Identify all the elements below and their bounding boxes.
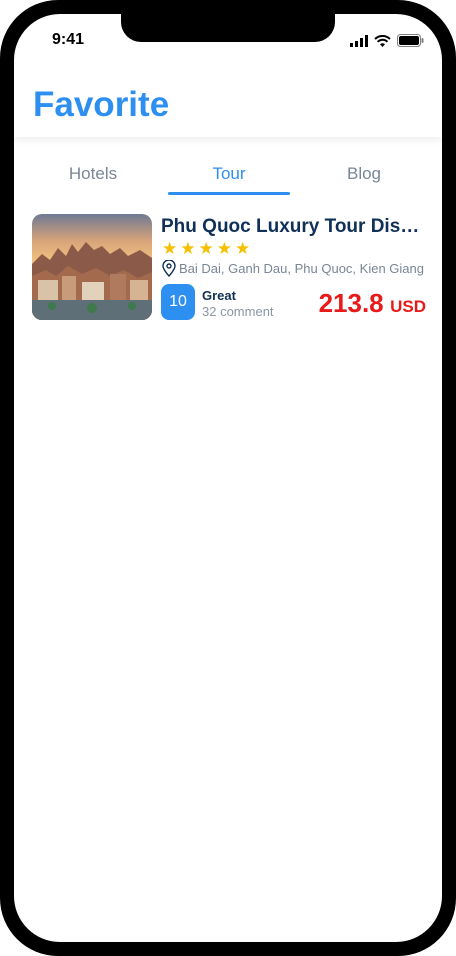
favorite-tour-card[interactable]: Phu Quoc Luxury Tour Discount ★ ★ ★ ★ ★ … bbox=[32, 214, 430, 322]
status-time: 9:41 bbox=[52, 31, 85, 48]
phone-frame: 9:41 Favorite Hotels Tour Blog Phu Quoc … bbox=[0, 0, 456, 956]
tab-active-indicator bbox=[168, 192, 290, 195]
header: Favorite bbox=[14, 69, 442, 137]
star-icon: ★ bbox=[180, 239, 196, 258]
tab-blog[interactable]: Blog bbox=[304, 164, 424, 184]
tab-tour[interactable]: Tour bbox=[169, 164, 289, 184]
notch bbox=[121, 14, 335, 42]
star-icon: ★ bbox=[162, 239, 178, 258]
star-icon: ★ bbox=[216, 239, 232, 258]
tour-title[interactable]: Phu Quoc Luxury Tour Discount bbox=[161, 216, 426, 238]
signal-icon bbox=[350, 34, 368, 47]
price-value: 213.8 bbox=[318, 288, 384, 318]
tour-location: Bai Dai, Ganh Dau, Phu Quoc, Kien Giang bbox=[162, 260, 424, 277]
status-icons bbox=[350, 34, 424, 47]
tour-thumbnail[interactable] bbox=[32, 214, 152, 320]
tab-bar: Hotels Tour Blog bbox=[14, 154, 442, 198]
page-title: Favorite bbox=[33, 85, 170, 124]
star-icon: ★ bbox=[198, 239, 214, 258]
screen: 9:41 Favorite Hotels Tour Blog Phu Quoc … bbox=[14, 14, 442, 942]
wifi-icon bbox=[374, 34, 391, 47]
location-pin-icon bbox=[162, 260, 176, 277]
tour-price: 213.8 USD bbox=[319, 288, 426, 319]
location-text: Bai Dai, Ganh Dau, Phu Quoc, Kien Giang bbox=[179, 261, 424, 276]
star-rating: ★ ★ ★ ★ ★ bbox=[162, 240, 250, 257]
comment-count: 32 comment bbox=[202, 304, 274, 319]
star-icon: ★ bbox=[235, 239, 251, 258]
price-currency: USD bbox=[390, 297, 426, 316]
rating-score-badge: 10 bbox=[161, 284, 195, 320]
tab-hotels[interactable]: Hotels bbox=[33, 164, 153, 184]
battery-icon bbox=[397, 34, 424, 47]
rating-label: Great bbox=[202, 288, 236, 303]
